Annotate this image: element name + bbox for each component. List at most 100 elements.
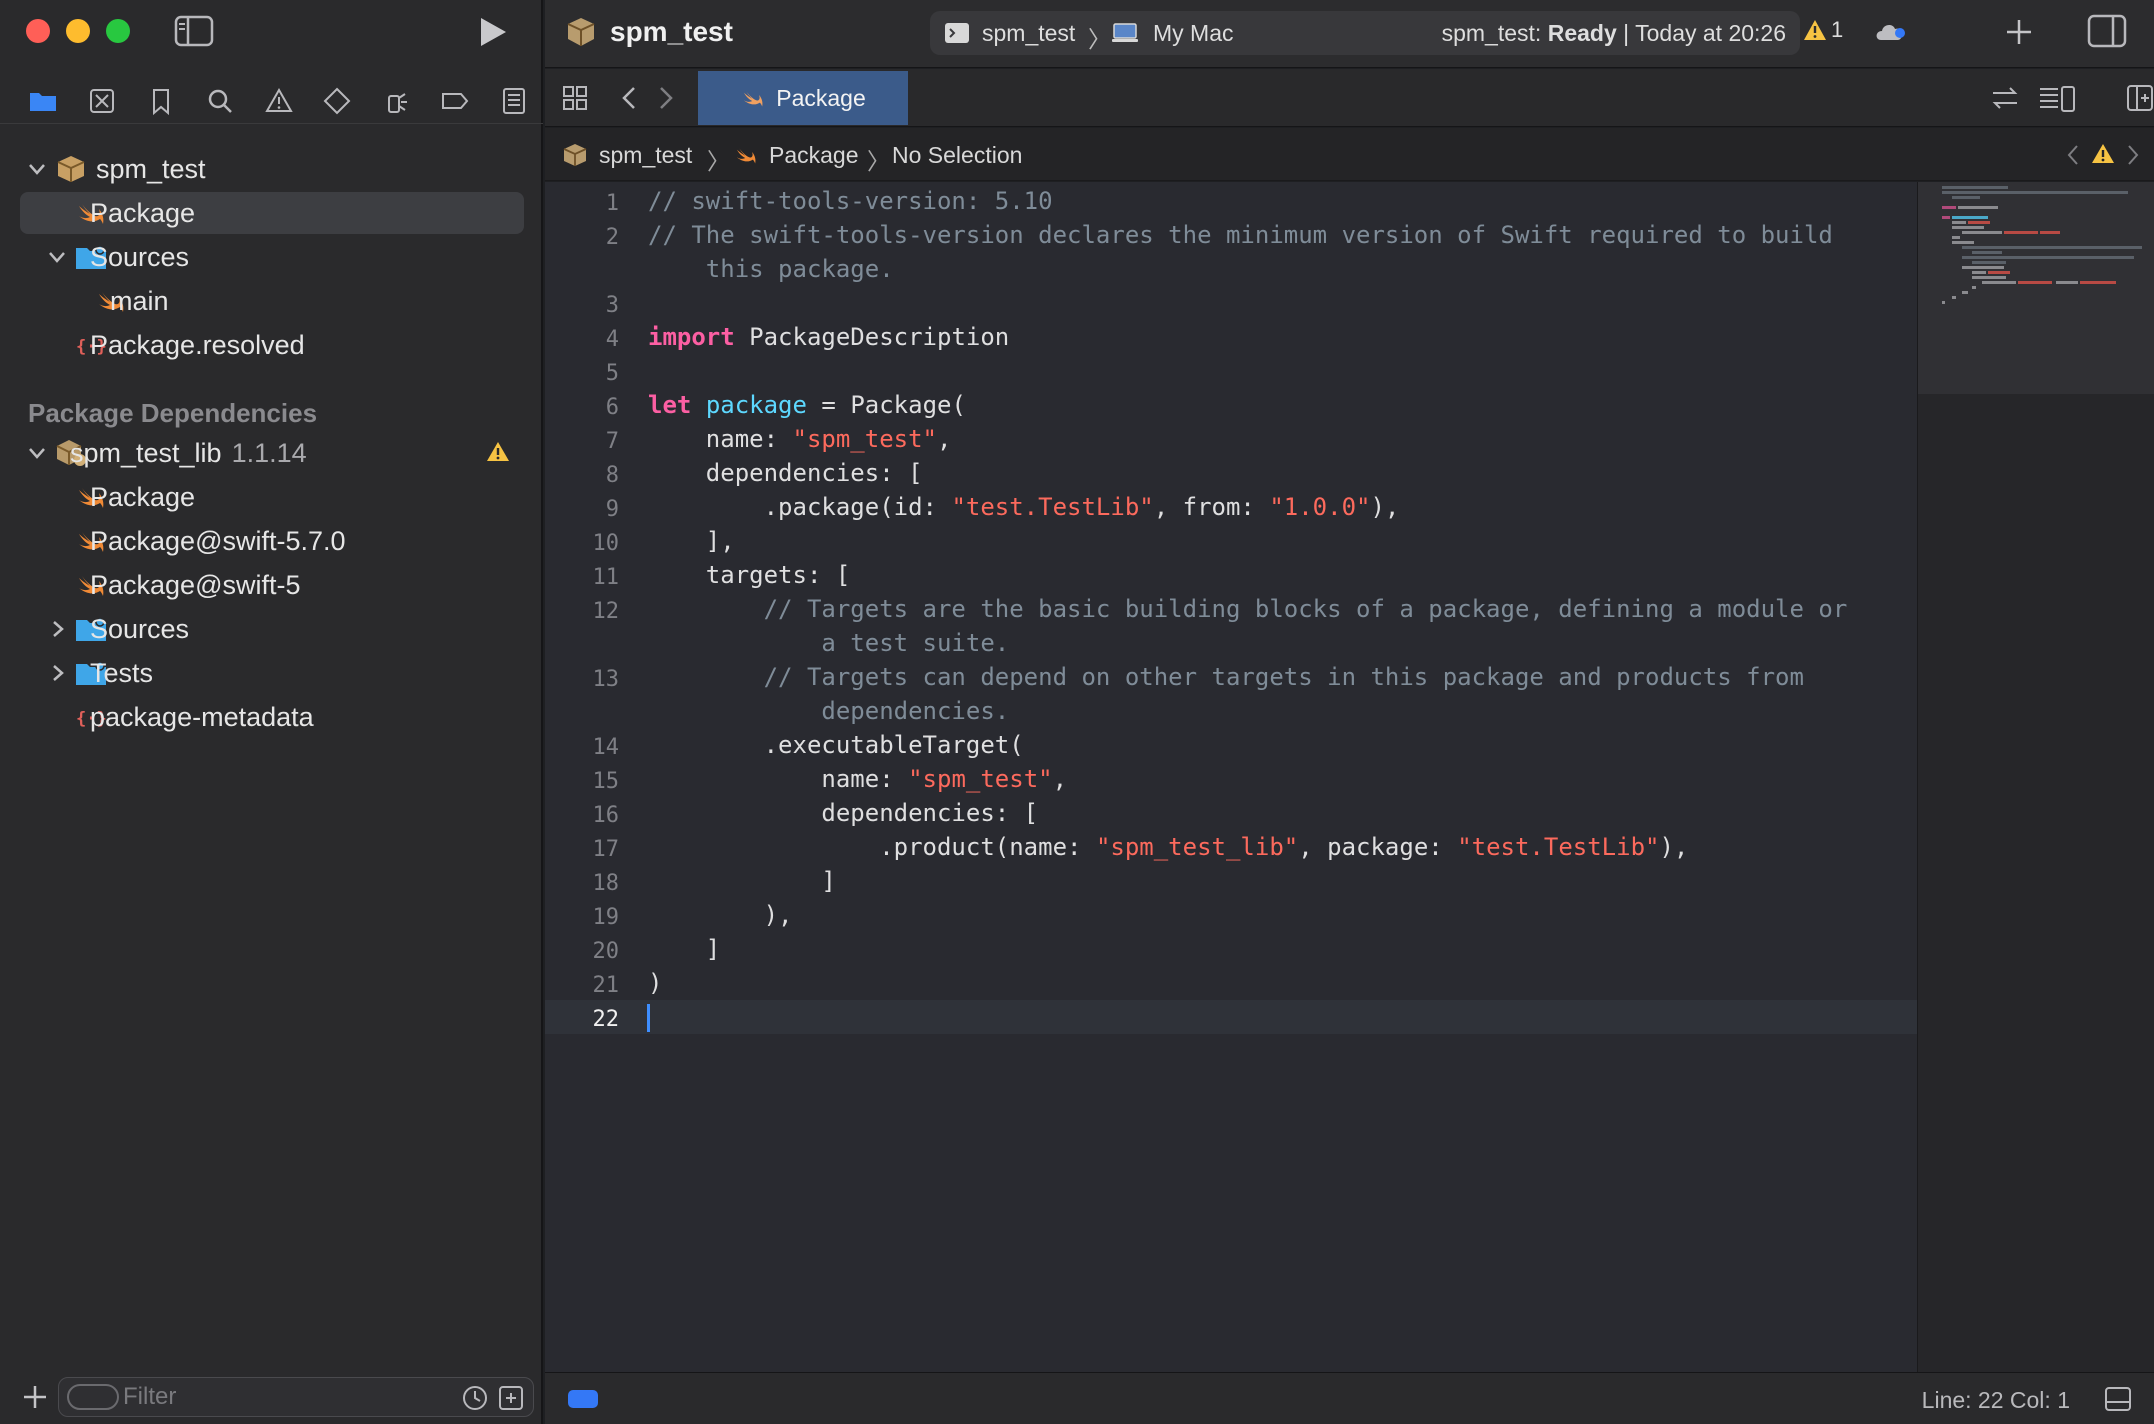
line-number: 11 [592, 565, 620, 590]
minimize-window-button[interactable] [66, 19, 90, 43]
editor-tab-bar: Package [545, 69, 2154, 127]
tree-row-dep-tests[interactable]: Tests [20, 652, 524, 694]
breadcrumb-file[interactable]: Package [769, 142, 859, 169]
tree-row-dep-package-swift-5[interactable]: Package@swift-5 [20, 564, 524, 606]
related-items-grid-icon[interactable] [561, 84, 589, 112]
warning-icon[interactable] [486, 440, 510, 464]
tree-row-dep-package[interactable]: Package [20, 476, 524, 518]
line-number: 12 [592, 599, 620, 624]
forward-chevron-icon[interactable] [655, 84, 677, 112]
play-icon[interactable] [474, 14, 510, 50]
test-navigator-tab[interactable] [308, 78, 367, 124]
filter-options-icon[interactable] [67, 1384, 119, 1410]
tree-row-package-swift[interactable]: Package [20, 192, 524, 234]
report-navigator-tab[interactable] [484, 78, 543, 124]
swap-icon[interactable] [1990, 85, 2020, 111]
breakpoint-navigator-tab[interactable] [425, 78, 484, 124]
close-window-button[interactable] [26, 19, 50, 43]
destination-selector[interactable]: My Mac [1153, 20, 1234, 47]
window-toolbar: spm_test spm_test 〉 My Mac spm_test: Rea… [545, 0, 2154, 68]
plus-icon[interactable] [2001, 14, 2037, 50]
breadcrumb-selection[interactable]: No Selection [892, 142, 1022, 169]
source-editor[interactable]: 1 2 3 4 5 6 7 8 9 10 11 12 13 14 15 16 1… [545, 182, 2154, 1372]
breadcrumb-separator: 〉 [867, 148, 890, 174]
debug-spray-icon [388, 92, 408, 113]
chevron-right-icon[interactable] [46, 618, 68, 640]
editor-options-icon[interactable] [2038, 85, 2076, 113]
plus-icon[interactable] [20, 1382, 50, 1412]
navigator-tabs [0, 78, 543, 124]
bottom-panel-icon[interactable] [2104, 1386, 2132, 1412]
code-text: ), [1370, 493, 1400, 521]
minimap-line [1942, 301, 1945, 304]
code-text: ], [648, 527, 735, 555]
warning-icon[interactable] [2091, 142, 2115, 166]
comment: dependencies. [648, 697, 1010, 725]
next-issue-icon[interactable] [2125, 143, 2141, 167]
code-line-wrap: this package. [648, 252, 894, 286]
warning-badge[interactable]: 1 [1803, 17, 1843, 43]
sidebar-toggle-icon[interactable] [174, 15, 214, 47]
line-number: 10 [592, 531, 620, 556]
chevron-down-icon[interactable] [46, 246, 68, 268]
zoom-window-button[interactable] [106, 19, 130, 43]
code-text: .product(name: [648, 833, 1096, 861]
inspector-icon[interactable] [2087, 14, 2127, 48]
chevron-down-icon[interactable] [26, 158, 48, 180]
navigator-sidebar: spm_test Package Sources main {·} Packag… [0, 0, 543, 1424]
comment: // Targets are the basic building blocks… [648, 595, 1848, 623]
terminal-icon [945, 23, 969, 43]
activity-view: spm_test 〉 My Mac spm_test: Ready | Toda… [930, 11, 1800, 55]
minimap-line [1988, 271, 2010, 274]
comment: a test suite. [648, 629, 1010, 657]
filter-input[interactable] [123, 1382, 443, 1412]
source-control-filter-icon[interactable] [497, 1384, 525, 1412]
minimap-line [1972, 286, 1976, 289]
string-literal: "1.0.0" [1269, 493, 1371, 521]
back-chevron-icon[interactable] [618, 84, 640, 112]
chevron-right-icon[interactable] [46, 662, 68, 684]
line-number: 17 [592, 837, 620, 862]
tree-row-dep-sources[interactable]: Sources [20, 608, 524, 650]
cloud-icon[interactable] [1873, 16, 1909, 46]
code-line: // Targets are the basic building blocks… [648, 592, 1848, 626]
bookmark-navigator-tab[interactable] [132, 78, 191, 124]
status-prefix: spm_test: [1441, 20, 1542, 46]
code-line: import PackageDescription [648, 320, 1009, 354]
clock-icon[interactable] [461, 1384, 489, 1412]
minimap-visible-region[interactable] [1918, 182, 2154, 394]
find-navigator-tab[interactable] [190, 78, 249, 124]
tree-row-dep-package-swift-570[interactable]: Package@swift-5.7.0 [20, 520, 524, 562]
tree-row-dep-metadata[interactable]: {·} package-metadata [20, 696, 524, 738]
debug-area-toggle[interactable] [568, 1390, 598, 1408]
source-control-navigator-tab[interactable] [73, 78, 132, 124]
keyword: import [648, 323, 735, 351]
tab-package[interactable]: Package [698, 71, 908, 125]
chevron-down-icon[interactable] [26, 442, 48, 464]
previous-issue-icon[interactable] [2065, 143, 2081, 167]
project-navigator-tab[interactable] [14, 78, 73, 124]
code-line: let package = Package( [648, 388, 966, 422]
tree-row-package-resolved[interactable]: {·} Package.resolved [20, 324, 524, 366]
tree-row-dependency[interactable]: spm_test_lib 1.1.14 [20, 432, 524, 474]
tree-label: Package [90, 481, 196, 512]
text-caret [647, 1004, 650, 1032]
debug-navigator-tab[interactable] [367, 78, 426, 124]
minimap[interactable] [1917, 182, 2154, 1372]
minimap-line [2040, 231, 2060, 234]
code-line: ], [648, 524, 735, 558]
code-line: .product(name: "spm_test_lib", package: … [648, 830, 1688, 864]
minimap-line [1962, 266, 2004, 269]
folder-icon [30, 92, 57, 111]
tree-row-sources-folder[interactable]: Sources [20, 236, 524, 278]
string-literal: "spm_test" [908, 765, 1053, 793]
breadcrumb-project[interactable]: spm_test [599, 142, 692, 169]
scheme-selector[interactable]: spm_test [982, 20, 1075, 47]
code-line-wrap: dependencies. [648, 694, 1009, 728]
package-icon [567, 18, 595, 46]
issue-navigator-tab[interactable] [249, 78, 308, 124]
jump-bar: spm_test 〉 Package 〉 No Selection [545, 128, 2154, 181]
tree-row-project[interactable]: spm_test [20, 148, 524, 190]
add-editor-icon[interactable] [2126, 84, 2154, 112]
tree-row-main-swift[interactable]: main [20, 280, 524, 322]
